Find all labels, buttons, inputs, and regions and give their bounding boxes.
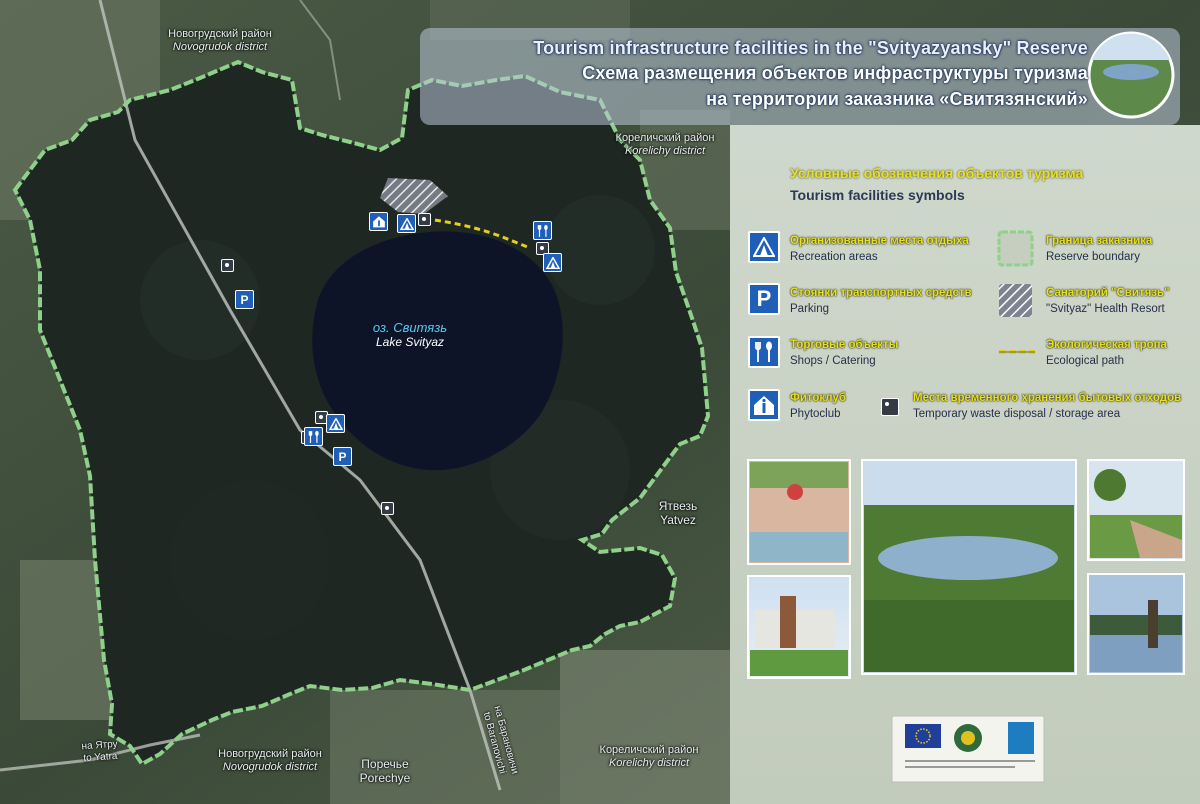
map-recreation-icon <box>397 214 416 233</box>
photo-aerial-lake <box>861 459 1077 675</box>
hatched-area-icon <box>999 284 1032 317</box>
waste-bin-icon <box>881 398 899 416</box>
eu-flag-icon <box>905 724 941 748</box>
map-waste-icon <box>221 259 234 272</box>
legend-boundary: Граница заказника Reserve boundary <box>1046 235 1153 263</box>
map-phytoclub-icon <box>369 212 388 231</box>
tent-icon <box>748 231 780 263</box>
legend-shops: Торговые объекты Shops / Catering <box>790 339 899 367</box>
legend-parking: Стоянки транспортных средств Parking <box>790 287 972 315</box>
legend-phytoclub: Фитоклуб Phytoclub <box>790 392 846 420</box>
photo-health-resort <box>747 575 851 679</box>
sponsor-logos <box>891 715 1045 783</box>
village-yatvez: Ятвезь Yatvez <box>658 499 698 527</box>
parking-icon: P <box>748 283 780 315</box>
info-house-icon <box>748 389 780 421</box>
map-parking-icon: P <box>235 290 254 309</box>
map-waste-icon <box>418 213 431 226</box>
lake-label: оз. Свитязь Lake Svityaz <box>372 320 448 349</box>
district-label-sw: Новогрудский район Novogrudok district <box>218 748 322 773</box>
legend-recreation: Организованные места отдыха Recreation ar… <box>790 235 969 263</box>
village-porechye: Поречье Porechye <box>359 757 411 785</box>
legend-eco-path: Экологическая тропа Ecological path <box>1046 339 1167 367</box>
map-waste-icon <box>381 502 394 515</box>
map-shops-icon <box>304 427 323 446</box>
photo-beach <box>747 459 851 565</box>
district-label-se: Кореличский район Korelichy district <box>599 744 699 769</box>
undp-logo-icon <box>1008 722 1034 754</box>
fork-spoon-icon <box>748 336 780 368</box>
legend-title-en: Tourism facilities symbols <box>790 187 965 203</box>
legend-health-resort: Санаторий "Свитязь" "Svityaz" Health Reso… <box>1046 287 1170 315</box>
photo-statue <box>1087 573 1185 675</box>
title-lake-photo <box>1087 31 1175 119</box>
info-board: Tourism infrastructure facilities in the… <box>0 0 1200 804</box>
photo-shore-path <box>1087 459 1185 561</box>
boundary-icon <box>997 230 1034 267</box>
title-en: Tourism infrastructure facilities in the… <box>533 38 1088 58</box>
district-label-ne: Кореличский район Korelichy district <box>615 132 715 157</box>
map-recreation-icon <box>543 253 562 272</box>
map-recreation-icon <box>326 414 345 433</box>
map-shops-icon <box>533 221 552 240</box>
legend-waste: Места временного хранения бытовых отходо… <box>913 392 1182 420</box>
district-label-nw: Новогрудский район Novogrudok district <box>168 28 272 53</box>
legend-title-ru: Условные обозначения объектов туризма <box>790 165 1084 181</box>
title-ru-line2: на территории заказника «Свитязянский» <box>706 89 1088 109</box>
map-parking-icon: P <box>333 447 352 466</box>
title-ru-line1: Схема размещения объектов инфраструктуры… <box>582 63 1088 83</box>
